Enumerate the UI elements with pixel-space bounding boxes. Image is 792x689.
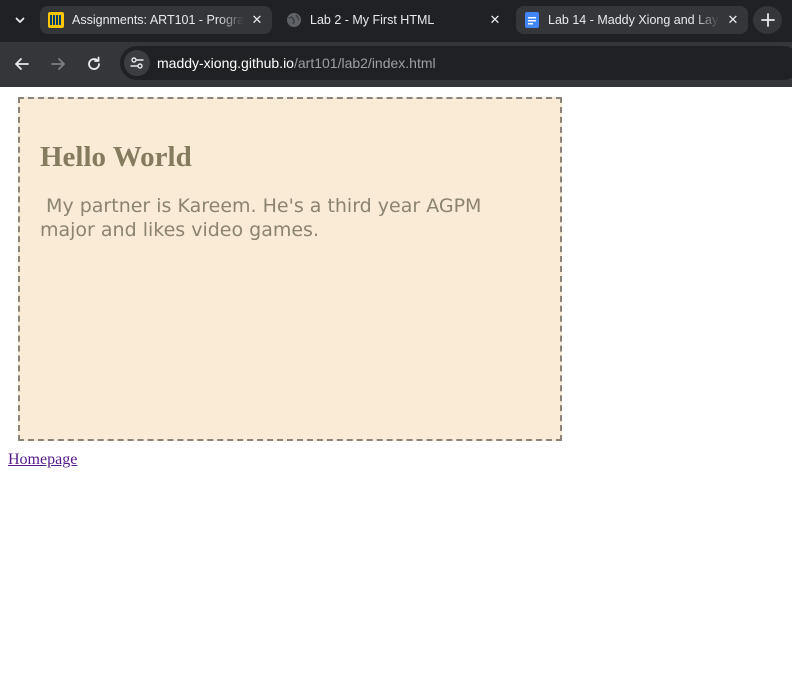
url-path: /art101/lab2/index.html [293,55,436,71]
homepage-link[interactable]: Homepage [8,451,77,469]
close-tab-icon[interactable]: ✕ [248,11,266,29]
tab-assignments[interactable]: Assignments: ART101 - Programming ✕ [40,6,272,34]
new-tab-button[interactable] [753,6,782,34]
browser-toolbar: maddy-xiong.github.io/art101/lab2/index.… [0,42,792,87]
globe-icon [286,12,302,28]
reload-button[interactable] [81,51,107,77]
page-content: Hello World My partner is Kareem. He's a… [0,87,792,689]
arrow-left-icon [15,58,29,70]
url-host: maddy-xiong.github.io [157,55,294,71]
arrow-right-icon [51,58,65,70]
reload-icon [88,56,100,70]
back-button[interactable] [9,51,35,77]
close-tab-icon[interactable]: ✕ [486,11,504,29]
plus-icon [760,13,775,27]
intro-card: Hello World My partner is Kareem. He's a… [18,97,562,441]
tab-lab14[interactable]: Lab 14 - Maddy Xiong and Layla ✕ [516,6,748,34]
google-docs-icon [524,12,540,28]
tab-lab2[interactable]: Lab 2 - My First HTML ✕ [278,6,510,34]
address-bar[interactable]: maddy-xiong.github.io/art101/lab2/index.… [120,46,792,80]
ucsc-favicon-icon [48,12,64,28]
page-heading: Hello World [40,141,192,173]
tune-icon [130,57,144,69]
tab-title: Assignments: ART101 - Programming [72,13,244,27]
tab-title: Lab 2 - My First HTML [310,13,435,27]
forward-button[interactable] [45,51,71,77]
tab-strip: Assignments: ART101 - Programming ✕ Lab … [0,0,792,42]
tab-title: Lab 14 - Maddy Xiong and Layla [548,13,720,27]
chevron-down-icon [15,17,25,23]
url-text[interactable]: maddy-xiong.github.io/art101/lab2/index.… [157,55,436,71]
site-info-button[interactable] [124,50,150,76]
intro-paragraph: My partner is Kareem. He's a third year … [40,195,488,241]
tab-search-button[interactable] [8,9,32,31]
close-tab-icon[interactable]: ✕ [724,11,742,29]
